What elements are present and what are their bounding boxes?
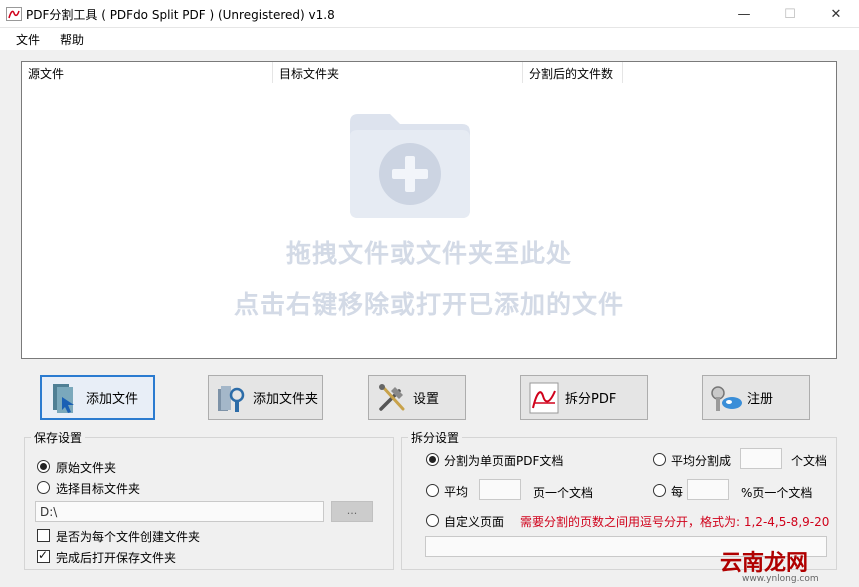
avg-split-into-label: 平均分割成 [671,454,732,468]
column-target-folder[interactable]: 目标文件夹 [273,62,523,83]
menu-file[interactable]: 文件 [16,31,40,48]
checkbox-open-after[interactable] [37,548,50,563]
settings-button[interactable]: 设置 [368,375,466,420]
page-per-doc-label: 页一个文档 [533,486,594,500]
choose-folder-label: 选择目标文件夹 [56,482,141,496]
add-file-icon [53,383,74,413]
register-label: 注册 [747,392,774,407]
window-title: PDF分割工具 ( PDFdo Split PDF ) (Unregistere… [26,8,335,22]
percent-input[interactable] [687,479,729,500]
title-bar: PDF分割工具 ( PDFdo Split PDF ) (Unregistere… [0,0,859,28]
split-pdf-label: 拆分PDF [565,392,617,407]
doc-count-input[interactable] [740,448,782,469]
menu-bar: 文件 帮助 [0,28,859,50]
split-settings-title: 拆分设置 [408,429,463,446]
docs-suffix-label: 个文档 [791,454,828,468]
original-folder-label: 原始文件夹 [56,461,117,475]
minimize-button[interactable]: — [721,0,767,28]
radio-avg-pages[interactable] [426,484,439,497]
custom-format-hint: 需要分割的页数之间用逗号分开，格式为: 1,2-4,5-8,9-20 [520,515,830,529]
browse-button[interactable]: ... [331,501,373,522]
register-button[interactable]: 注册 [702,375,810,420]
pdf-app-icon [6,7,22,21]
split-pdf-button[interactable]: 拆分PDF [520,375,648,420]
avg-label: 平均 [444,485,469,499]
save-settings-title: 保存设置 [31,429,86,446]
watermark-logo: 云南龙网 [720,551,809,576]
add-file-button[interactable]: 添加文件 [40,375,155,420]
file-list[interactable]: 源文件 目标文件夹 分割后的文件数 拖拽文件或文件夹至此处 点击右键移除或打开已… [21,61,837,359]
key-icon [711,385,742,411]
column-source-file[interactable]: 源文件 [22,62,273,83]
add-folder-button[interactable]: 添加文件夹 [208,375,323,420]
list-header: 源文件 目标文件夹 分割后的文件数 [22,62,836,83]
add-file-label: 添加文件 [86,392,139,407]
drop-hint-line2: 点击右键移除或打开已添加的文件 [233,290,624,319]
pdf-icon [529,382,559,413]
tools-icon [379,383,405,411]
menu-help[interactable]: 帮助 [60,31,84,48]
watermark-url: www.ynlong.com [742,574,819,584]
radio-avg-split-into[interactable] [653,453,666,466]
radio-original-folder[interactable] [37,460,50,473]
radio-custom-pages[interactable] [426,514,439,527]
pages-per-doc-input[interactable] [479,479,521,500]
every-label: 每 [671,485,684,499]
folder-add-icon [350,114,470,218]
settings-label: 设置 [413,392,440,407]
custom-pages-label: 自定义页面 [444,515,505,529]
radio-choose-folder[interactable] [37,481,50,494]
radio-single-page[interactable] [426,453,439,466]
add-folder-label: 添加文件夹 [253,392,319,407]
add-folder-icon [218,385,245,412]
column-split-count[interactable]: 分割后的文件数 [523,62,623,83]
target-path-input[interactable]: D:\ [35,501,324,522]
drop-hint-line1: 拖拽文件或文件夹至此处 [285,239,572,268]
open-after-label: 完成后打开保存文件夹 [56,551,177,565]
percent-page-per-doc-label: %页一个文档 [741,486,813,500]
single-page-label: 分割为单页面PDF文档 [444,454,564,468]
radio-percent[interactable] [653,484,666,497]
checkbox-create-folder-each[interactable] [37,529,50,542]
create-folder-each-label: 是否为每个文件创建文件夹 [56,530,201,544]
maximize-button[interactable]: ☐ [767,0,813,28]
close-button[interactable]: ✕ [813,0,859,28]
